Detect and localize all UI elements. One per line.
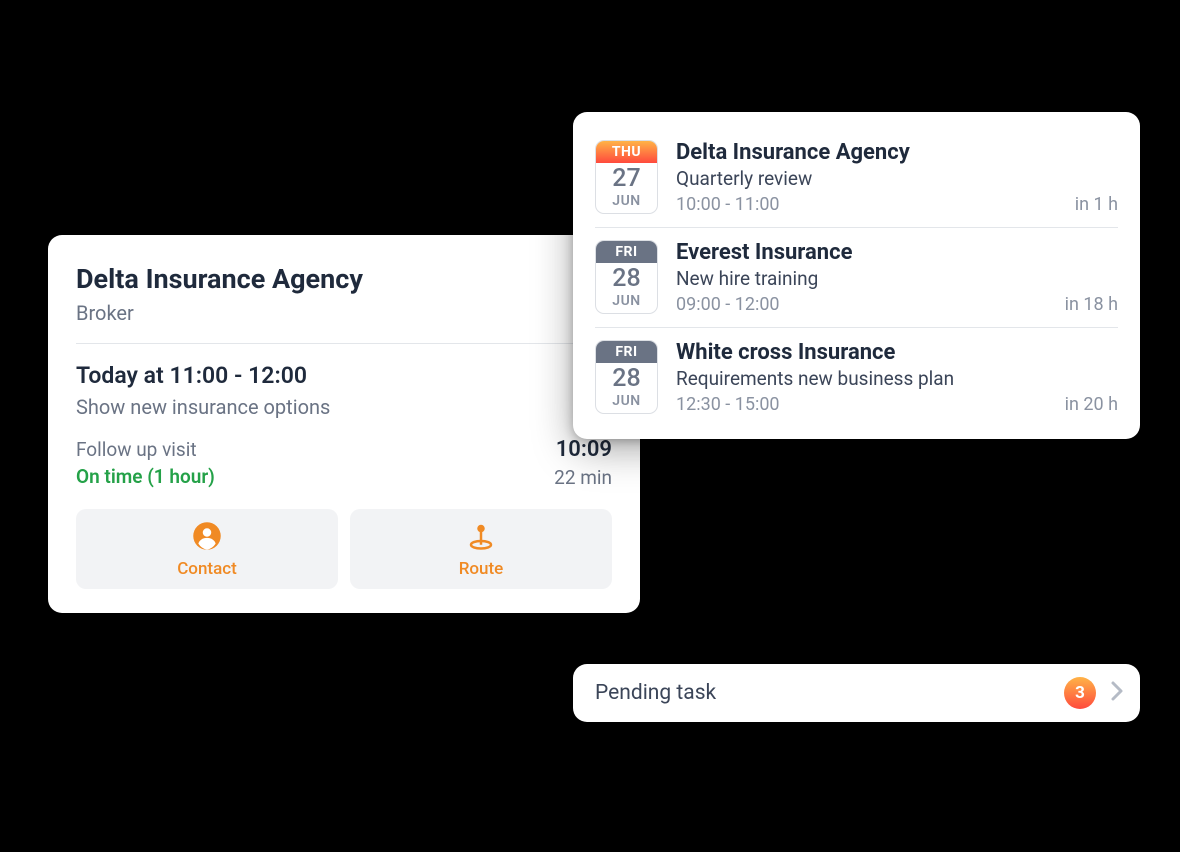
schedule-title: Everest Insurance xyxy=(676,240,1118,265)
company-role: Broker xyxy=(76,301,612,344)
route-label: Route xyxy=(459,559,504,579)
schedule-card: THU 27 JUN Delta Insurance Agency Quarte… xyxy=(573,112,1140,439)
date-chip: FRI 28 JUN xyxy=(595,340,658,414)
company-name: Delta Insurance Agency xyxy=(76,263,612,295)
schedule-item[interactable]: FRI 28 JUN White cross Insurance Require… xyxy=(595,327,1118,427)
schedule-time-range: 10:00 - 11:00 xyxy=(676,194,780,215)
date-day: 27 xyxy=(612,165,640,193)
visit-subject: Show new insurance options xyxy=(76,395,612,419)
schedule-title: Delta Insurance Agency xyxy=(676,140,1118,165)
action-row: Contact Route xyxy=(76,509,612,589)
schedule-item[interactable]: FRI 28 JUN Everest Insurance New hire tr… xyxy=(595,227,1118,327)
schedule-eta: in 1 h xyxy=(1075,194,1118,215)
schedule-title: White cross Insurance xyxy=(676,340,1118,365)
visit-time: Today at 11:00 - 12:00 xyxy=(76,362,612,389)
duration-remaining: 22 min xyxy=(554,466,612,489)
schedule-eta: in 18 h xyxy=(1065,294,1118,315)
schedule-subject: Requirements new business plan xyxy=(676,367,1118,390)
date-dow: THU xyxy=(596,141,657,163)
date-day: 28 xyxy=(612,265,640,293)
pending-count-badge: 3 xyxy=(1064,677,1096,709)
pending-label: Pending task xyxy=(595,681,1050,705)
followup-label: Follow up visit xyxy=(76,438,215,461)
pending-task-row[interactable]: Pending task 3 xyxy=(573,664,1140,722)
route-icon xyxy=(466,521,496,555)
date-dow: FRI xyxy=(596,341,657,363)
date-dow: FRI xyxy=(596,241,657,263)
schedule-time-range: 09:00 - 12:00 xyxy=(676,294,780,315)
visit-detail-card: Delta Insurance Agency Broker Today at 1… xyxy=(48,235,640,613)
contact-button[interactable]: Contact xyxy=(76,509,338,589)
schedule-item[interactable]: THU 27 JUN Delta Insurance Agency Quarte… xyxy=(595,128,1118,227)
date-chip: FRI 28 JUN xyxy=(595,240,658,314)
date-day: 28 xyxy=(612,365,640,393)
schedule-subject: Quarterly review xyxy=(676,167,1118,190)
date-month: JUN xyxy=(612,393,640,409)
date-chip: THU 27 JUN xyxy=(595,140,658,214)
contact-icon xyxy=(192,521,222,555)
chevron-right-icon xyxy=(1110,680,1124,706)
schedule-time-range: 12:30 - 15:00 xyxy=(676,394,780,415)
contact-label: Contact xyxy=(177,559,237,579)
visit-status-row: Follow up visit On time (1 hour) 10:09 2… xyxy=(76,437,612,489)
date-month: JUN xyxy=(612,293,640,309)
schedule-eta: in 20 h xyxy=(1065,394,1118,415)
route-button[interactable]: Route xyxy=(350,509,612,589)
schedule-subject: New hire training xyxy=(676,267,1118,290)
status-ontime: On time (1 hour) xyxy=(76,465,215,488)
current-time: 10:09 xyxy=(554,437,612,462)
date-month: JUN xyxy=(612,193,640,209)
